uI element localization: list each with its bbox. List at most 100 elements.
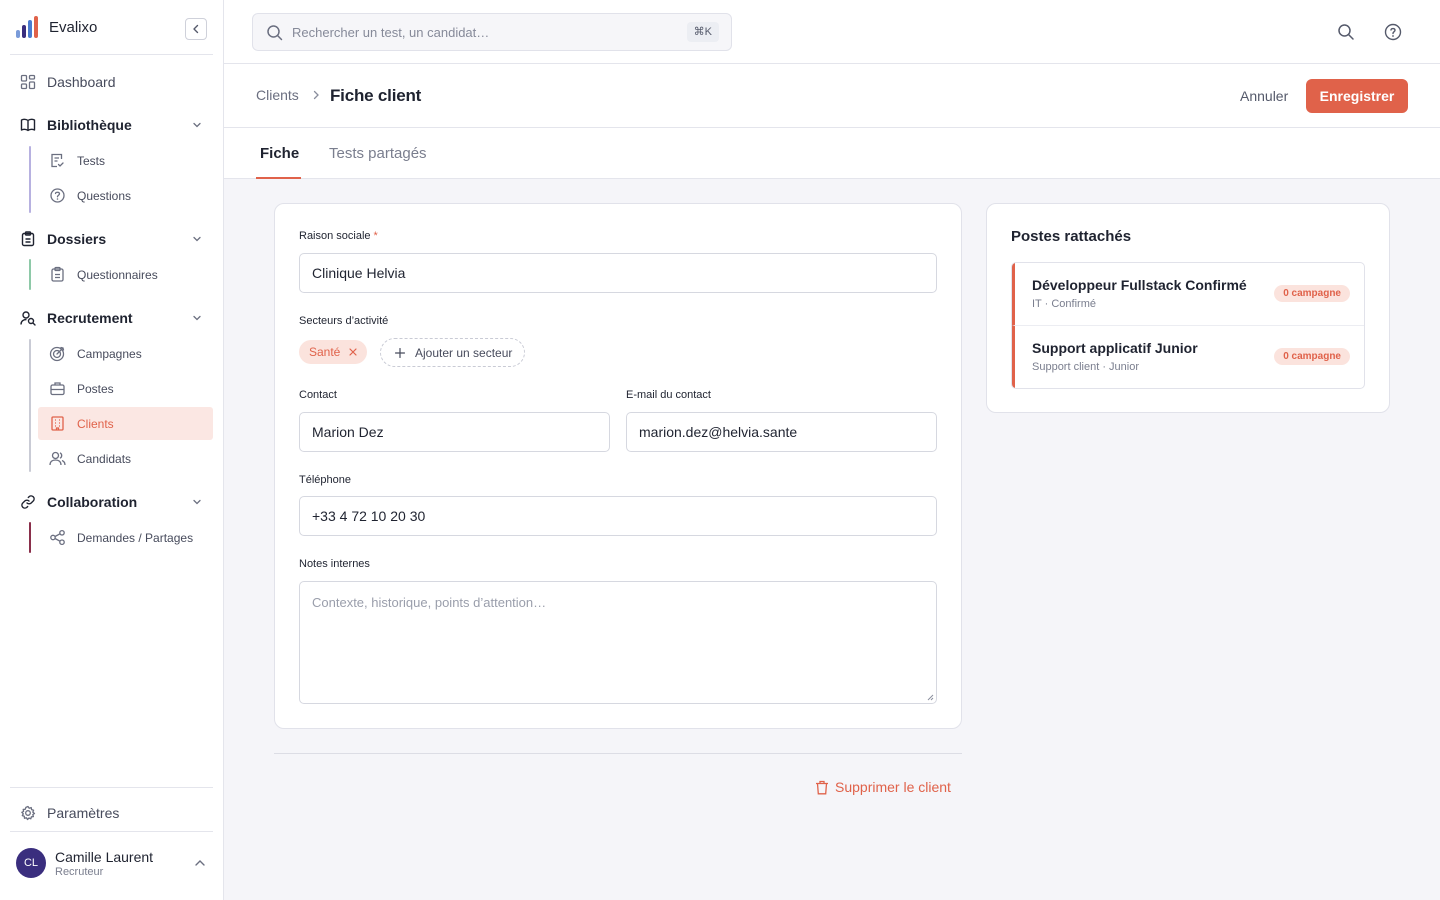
poste-subtitle: Support client · Junior <box>1032 361 1139 373</box>
divider <box>10 787 213 788</box>
nav-dashboard[interactable]: Dashboard <box>10 66 213 98</box>
required-marker: * <box>373 230 378 242</box>
dashboard-icon <box>20 74 36 90</box>
shortcut-badge: ⌘K <box>686 22 719 42</box>
nav-rail <box>29 522 31 553</box>
nav-group-collaboration[interactable]: Collaboration <box>10 486 213 518</box>
search-placeholder: Rechercher un test, un candidat… <box>292 25 490 40</box>
collapse-sidebar-button[interactable] <box>185 18 207 40</box>
sidebar-item-campagnes[interactable]: Campagnes <box>38 337 213 370</box>
search-icon[interactable] <box>1337 23 1355 41</box>
search-input[interactable]: Rechercher un test, un candidat… ⌘K <box>252 13 732 51</box>
tab-fiche[interactable]: Fiche <box>260 145 299 162</box>
gear-icon <box>21 805 36 821</box>
sidebar-item-tests[interactable]: Tests <box>38 144 213 177</box>
help-icon[interactable] <box>1384 23 1402 41</box>
telephone-field[interactable]: +33 4 72 10 20 30 <box>299 496 937 536</box>
nav-rail <box>29 146 31 213</box>
clipboard-icon <box>21 231 35 247</box>
nav-group-label: Recrutement <box>47 310 133 326</box>
target-icon <box>49 346 65 362</box>
plus-icon <box>395 347 405 358</box>
chevron-up-icon[interactable] <box>193 856 207 870</box>
add-sector-button[interactable]: Ajouter un secteur <box>380 338 526 367</box>
telephone-label: Téléphone <box>299 474 351 486</box>
page-header: Clients Fiche client Annuler Enregistrer <box>224 64 1440 128</box>
user-role: Recruteur <box>55 866 104 878</box>
sidebar-item-questions[interactable]: Questions <box>38 179 213 212</box>
sidebar-item-demandes-partages[interactable]: Demandes / Partages <box>38 521 213 554</box>
sidebar-item-label: Candidats <box>77 451 132 466</box>
contact-field[interactable]: Marion Dez <box>299 412 610 452</box>
question-circle-icon <box>50 188 65 203</box>
chevron-down-icon <box>193 499 201 505</box>
sidebar-item-candidats[interactable]: Candidats <box>38 442 213 475</box>
poste-title: Support applicatif Junior <box>1032 340 1198 356</box>
users-icon <box>49 451 66 466</box>
poste-title: Développeur Fullstack Confirmé <box>1032 277 1247 293</box>
divider <box>10 831 213 832</box>
campaign-count-badge: 0 campagne <box>1274 348 1350 365</box>
brand: Evalixo <box>10 0 213 55</box>
cancel-button[interactable]: Annuler <box>1240 88 1288 104</box>
search-icon <box>267 25 283 41</box>
nav-rail <box>29 259 31 290</box>
tab-tests-partages[interactable]: Tests partagés <box>329 145 427 162</box>
poste-subtitle: IT · Confirmé <box>1032 298 1096 310</box>
clipboard-icon <box>51 266 64 282</box>
app-name: Evalixo <box>49 18 98 36</box>
contact-label: Contact <box>299 389 337 401</box>
sector-chip-label: Santé <box>309 345 341 359</box>
topbar: Rechercher un test, un candidat… ⌘K <box>224 0 1440 64</box>
raison-sociale-label: Raison sociale * <box>299 230 378 242</box>
user-name: Camille Laurent <box>55 849 154 865</box>
list-item[interactable]: Support applicatif Junior Support client… <box>1012 326 1364 388</box>
notes-label: Notes internes <box>299 558 370 570</box>
postes-title: Postes rattachés <box>1011 228 1132 245</box>
remove-chip-icon[interactable] <box>349 348 357 356</box>
email-field[interactable]: marion.dez@helvia.sante <box>626 412 937 452</box>
nav-rail <box>29 339 31 472</box>
raison-sociale-field[interactable]: Clinique Helvia <box>299 253 937 293</box>
sidebar-item-clients[interactable]: Clients <box>38 407 213 440</box>
active-tab-indicator <box>256 177 301 179</box>
postes-list: Développeur Fullstack Confirmé IT · Conf… <box>1011 262 1365 389</box>
chevron-down-icon <box>193 236 201 242</box>
chevron-down-icon <box>193 122 201 128</box>
page-title: Fiche client <box>330 86 422 105</box>
tab-bar: Fiche Tests partagés <box>224 128 1440 179</box>
notes-field[interactable]: Contexte, historique, points d’attention… <box>299 581 937 704</box>
breadcrumb-clients[interactable]: Clients <box>256 87 299 103</box>
nav-dashboard-label: Dashboard <box>47 74 116 90</box>
nav-group-dossiers[interactable]: Dossiers <box>10 223 213 255</box>
book-icon <box>20 118 36 132</box>
briefcase-icon <box>50 382 65 396</box>
nav-group-label: Dossiers <box>47 231 107 247</box>
sidebar-item-label: Campagnes <box>77 346 142 361</box>
nav-group-label: Bibliothèque <box>47 117 132 133</box>
sidebar-item-postes[interactable]: Postes <box>38 372 213 405</box>
avatar[interactable]: CL <box>16 848 46 878</box>
sidebar-item-label: Tests <box>77 153 106 168</box>
delete-client-label: Supprimer le client <box>835 779 951 795</box>
save-button[interactable]: Enregistrer <box>1306 79 1408 113</box>
campaign-count-badge: 0 campagne <box>1274 285 1350 302</box>
checklist-icon <box>51 153 64 168</box>
sidebar-item-questionnaires[interactable]: Questionnaires <box>38 258 213 291</box>
resize-grip-icon[interactable] <box>926 693 934 701</box>
sector-chip: Santé <box>299 340 368 364</box>
nav-settings-label: Paramètres <box>47 805 120 821</box>
sidebar-item-label: Postes <box>77 381 114 396</box>
nav-group-recrutement[interactable]: Recrutement <box>10 302 213 334</box>
nav-group-bibliotheque[interactable]: Bibliothèque <box>10 109 213 141</box>
nav-settings[interactable]: Paramètres <box>10 797 213 829</box>
logo-icon <box>16 16 38 38</box>
client-form-card: Raison sociale * Clinique Helvia Secteurs… <box>274 203 962 729</box>
chevron-left-icon <box>193 24 199 34</box>
delete-client-button[interactable]: Supprimer le client <box>815 779 951 795</box>
divider <box>274 753 962 754</box>
list-item[interactable]: Développeur Fullstack Confirmé IT · Conf… <box>1012 263 1364 326</box>
secteurs-label: Secteurs d’activité <box>299 315 389 327</box>
trash-icon <box>816 780 828 794</box>
share-icon <box>50 529 65 546</box>
